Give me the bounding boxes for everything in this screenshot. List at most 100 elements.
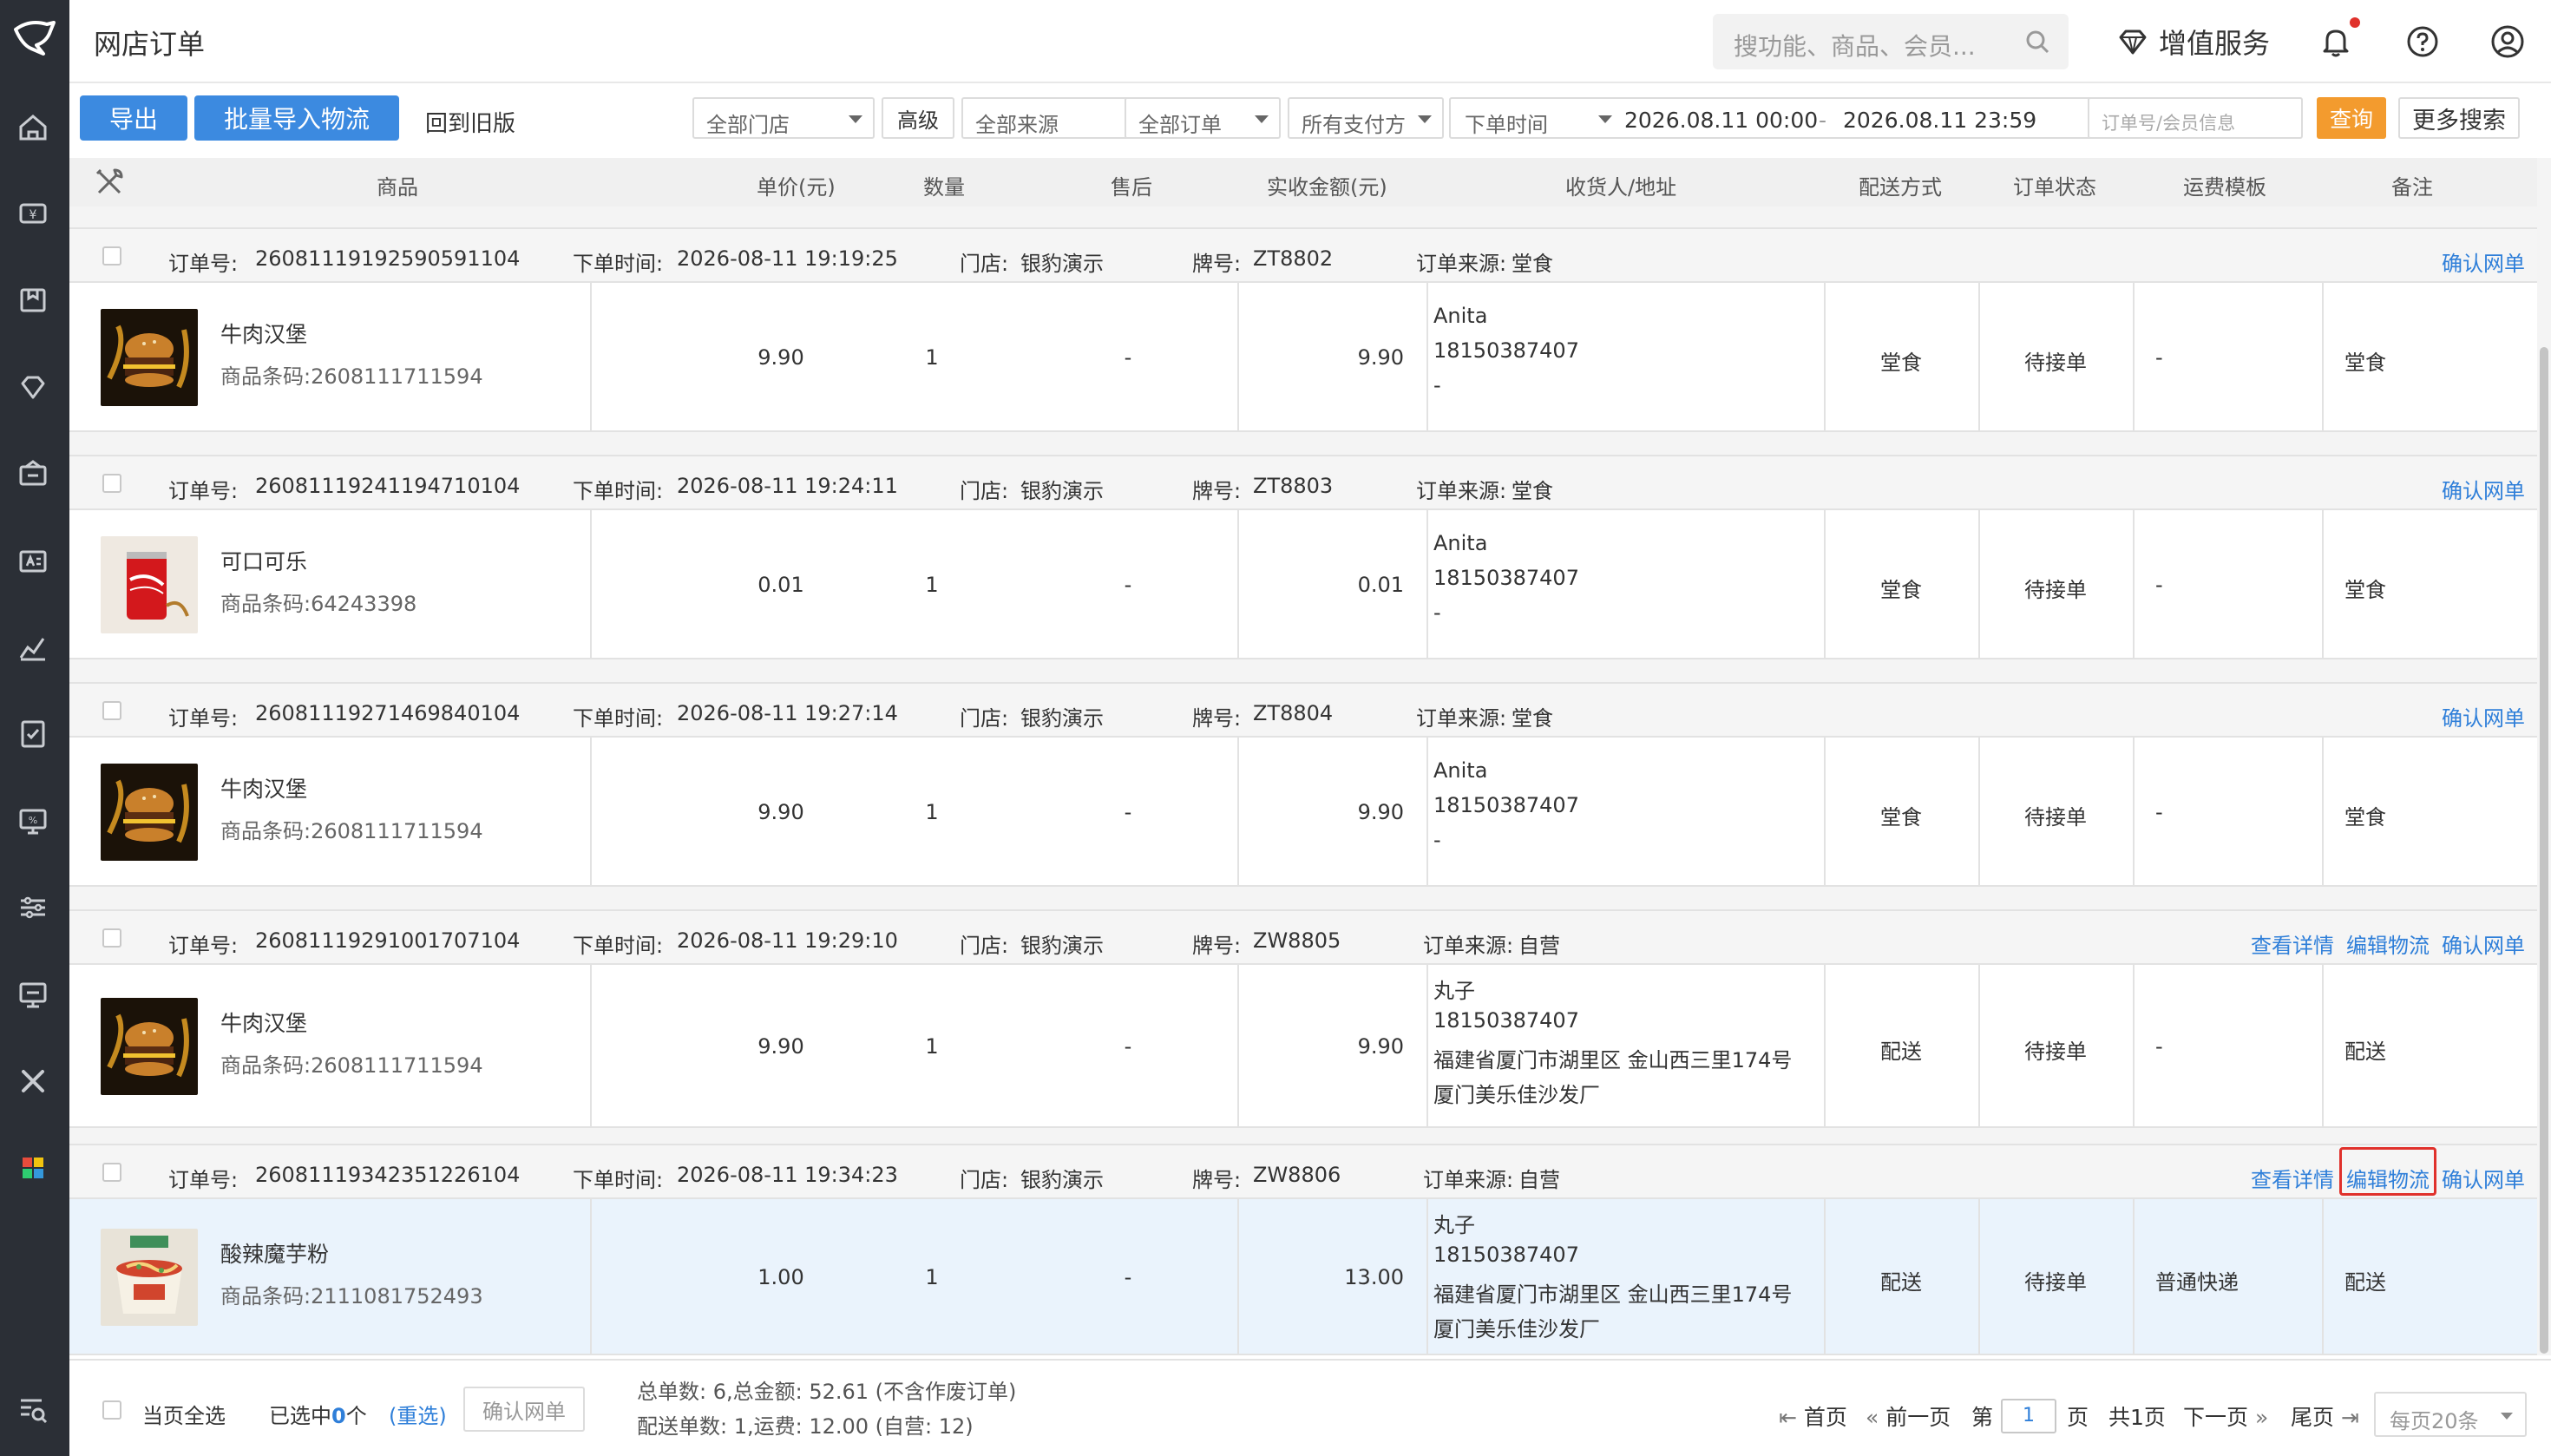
confirm-order-link[interactable]: 确认网单 — [2442, 1163, 2525, 1193]
order-checkbox[interactable] — [102, 474, 121, 493]
page-number-input[interactable]: 1 — [2001, 1399, 2056, 1433]
order-search-input[interactable]: 订单号/会员信息 — [2088, 97, 2303, 139]
report-chart-icon[interactable] — [16, 630, 50, 665]
order-checkbox[interactable] — [102, 246, 121, 266]
search-list-icon[interactable] — [16, 1392, 50, 1426]
products-icon[interactable] — [16, 283, 50, 318]
order-header: 订单号: 26081119342351226104 下单时间: 2026-08-… — [69, 1144, 2537, 1199]
brand-logo[interactable] — [12, 16, 57, 61]
order-checkbox[interactable] — [102, 701, 121, 720]
display-icon[interactable] — [16, 977, 50, 1012]
confirm-order-link[interactable]: 确认网单 — [2442, 928, 2525, 959]
back-to-old-version-link[interactable]: 回到旧版 — [425, 106, 515, 138]
member-icon[interactable] — [16, 370, 50, 404]
monitor-icon[interactable]: % — [16, 803, 50, 838]
select-all-checkbox[interactable] — [102, 1400, 121, 1420]
summary-total: 总单数: 6,总金额: 52.61 (不含作废订单) — [637, 1380, 1017, 1404]
plate-no: ZT8802 — [1253, 246, 1334, 271]
time-type-select[interactable]: 下单时间 — [1465, 108, 1548, 138]
user-account-icon[interactable] — [2489, 23, 2527, 61]
next-page-button[interactable]: 下一页 » — [2183, 1400, 2268, 1432]
reselect-link[interactable]: (重选) — [389, 1399, 447, 1429]
column-divider — [1426, 738, 1428, 887]
column-settings-icon[interactable] — [90, 163, 128, 201]
order-checkbox[interactable] — [102, 928, 121, 948]
settings-sliders-icon[interactable] — [16, 890, 50, 925]
first-page-button[interactable]: ⇤ 首页 — [1779, 1400, 1847, 1432]
table-row[interactable]: 牛肉汉堡 商品条码:2608111711594 9.90 1 - 9.90 An… — [69, 738, 2537, 887]
notification-bell-icon[interactable] — [2317, 23, 2355, 61]
product-barcode: 商品条码:2608111711594 — [220, 359, 483, 390]
store-label: 门店: — [960, 934, 1009, 958]
order-time-label: 下单时间: — [573, 479, 664, 503]
select-page-label: 当页全选 — [142, 1404, 226, 1428]
home-icon[interactable] — [16, 109, 50, 144]
product-thumbnail[interactable] — [101, 764, 198, 861]
export-button[interactable]: 导出 — [80, 95, 187, 141]
order-type-select[interactable]: 全部订单 — [1125, 97, 1281, 139]
confirm-order-button[interactable]: 确认网单 — [463, 1387, 585, 1432]
promotion-icon[interactable] — [16, 456, 50, 491]
per-page-select[interactable]: 每页20条 — [2374, 1392, 2527, 1437]
more-search-button[interactable]: 更多搜索 — [2398, 97, 2520, 139]
barcode-label: 商品条码: — [220, 592, 311, 616]
product-barcode: 商品条码:2608111711594 — [220, 814, 483, 844]
order-check-icon[interactable] — [16, 717, 50, 751]
batch-import-logistics-button[interactable]: 批量导入物流 — [194, 95, 399, 141]
order-source: 自营 — [1518, 1168, 1560, 1192]
store-select[interactable]: 全部门店 — [692, 97, 875, 139]
help-icon[interactable] — [2403, 23, 2442, 61]
date-from[interactable]: 2026.08.11 00:00 — [1624, 108, 1818, 133]
view-detail-link[interactable]: 查看详情 — [2251, 928, 2334, 959]
view-detail-link[interactable]: 查看详情 — [2251, 1163, 2334, 1193]
search-icon[interactable] — [2023, 28, 2051, 56]
card-icon[interactable] — [16, 543, 50, 578]
tools-icon[interactable] — [16, 1064, 50, 1099]
table-row[interactable]: 可口可乐 商品条码:64243398 0.01 1 - 0.01 Anita 1… — [69, 510, 2537, 659]
notification-dot — [2350, 17, 2360, 28]
confirm-order-link[interactable]: 确认网单 — [2442, 701, 2525, 731]
order-no-label: 订单号: — [168, 706, 239, 731]
cashier-icon[interactable]: ¥ — [16, 196, 50, 231]
scrollbar-thumb[interactable] — [2540, 347, 2548, 1354]
edit-logistics-link[interactable]: 编辑物流 — [2346, 928, 2430, 959]
plate-no: ZT8804 — [1253, 701, 1334, 725]
column-divider — [2322, 738, 2324, 887]
barcode-value: 2608111711594 — [311, 1053, 483, 1078]
source-label: 订单来源: — [1423, 934, 1514, 958]
query-button[interactable]: 查询 — [2317, 97, 2386, 139]
unit-price: 9.90 — [757, 800, 804, 824]
plate-label: 牌号: — [1192, 479, 1242, 503]
payment-select[interactable]: 所有支付方 — [1288, 97, 1444, 139]
order-time-label: 下单时间: — [573, 934, 664, 958]
unit-price: 9.90 — [757, 1034, 804, 1059]
apps-grid-icon[interactable] — [16, 1151, 50, 1185]
confirm-order-link[interactable]: 确认网单 — [2442, 246, 2525, 277]
order-time: 2026-08-11 19:24:11 — [677, 474, 898, 498]
table-row[interactable]: 酸辣魔芋粉 商品条码:2111081752493 1.00 1 - 13.00 … — [69, 1199, 2537, 1355]
selected-suffix: 个 — [345, 1404, 367, 1428]
receiver-address: - — [1433, 828, 1441, 852]
global-search-input[interactable]: 搜功能、商品、会员... — [1713, 14, 2069, 69]
product-thumbnail[interactable] — [101, 536, 198, 633]
confirm-order-link[interactable]: 确认网单 — [2442, 474, 2525, 504]
date-to[interactable]: 2026.08.11 23:59 — [1843, 108, 2036, 133]
after-sale: - — [1124, 573, 1132, 597]
product-thumbnail[interactable] — [101, 1229, 198, 1326]
product-thumbnail[interactable] — [101, 998, 198, 1095]
product-name: 牛肉汉堡 — [220, 322, 308, 347]
order-checkbox[interactable] — [102, 1163, 121, 1182]
column-divider — [2322, 283, 2324, 432]
advanced-button[interactable]: 高级 — [882, 97, 954, 139]
quantity: 1 — [925, 800, 939, 824]
value-added-services-button[interactable]: 增值服务 — [2115, 19, 2270, 64]
store-label: 门店: — [960, 252, 1009, 276]
last-page-button[interactable]: 尾页 ⇥ — [2291, 1400, 2359, 1432]
receiver-address-extra: 厦门美乐佳沙发厂 — [1433, 1083, 1600, 1107]
prev-page-button[interactable]: « 前一页 — [1866, 1400, 1951, 1432]
table-row[interactable]: 牛肉汉堡 商品条码:2608111711594 9.90 1 - 9.90 An… — [69, 283, 2537, 432]
date-range-picker[interactable]: 下单时间 2026.08.11 00:00 - 2026.08.11 23:59 — [1449, 97, 2154, 139]
table-row[interactable]: 牛肉汉堡 商品条码:2608111711594 9.90 1 - 9.90 丸子… — [69, 965, 2537, 1128]
product-thumbnail[interactable] — [101, 309, 198, 406]
column-divider — [590, 283, 592, 432]
